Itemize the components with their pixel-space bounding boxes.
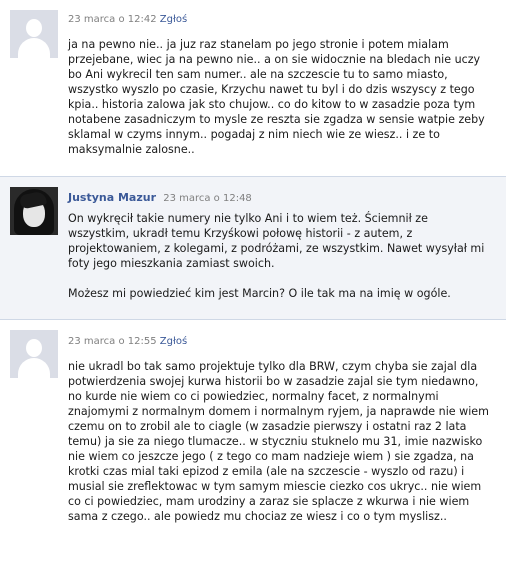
default-avatar-icon[interactable] [10,10,58,58]
comment-paragraph: ja na pewno nie.. ja juz raz stanelam po… [68,38,485,156]
comment-meta: Justyna Mazur 23 marca o 12:48 [68,192,492,205]
avatar[interactable] [10,187,58,235]
report-link[interactable]: Zgłoś [160,336,187,347]
comment-text: ja na pewno nie.. ja juz raz stanelam po… [68,37,492,157]
author-name-link[interactable]: Justyna Mazur [68,191,156,204]
comment-item: Justyna Mazur 23 marca o 12:48 On wykręc… [0,177,506,320]
comment-paragraph: nie ukradl bo tak samo projektuje tylko … [68,360,489,523]
comment-text: nie ukradl bo tak samo projektuje tylko … [68,359,492,524]
comment-meta: 23 marca o 12:55 Zgłoś [68,336,492,348]
comment-date: 23 marca o 12:42 [68,14,157,25]
comment-item: 23 marca o 12:55 Zgłoś nie ukradl bo tak… [0,320,506,570]
comment-meta: 23 marca o 12:42 Zgłoś [68,14,492,26]
report-link[interactable]: Zgłoś [160,14,187,25]
comment-paragraph: Możesz mi powiedzieć kim jest Marcin? O … [68,287,451,300]
comment-text: On wykręcił takie numery nie tylko Ani i… [68,211,492,301]
default-avatar-icon[interactable] [10,330,58,378]
comment-paragraph: On wykręcił takie numery nie tylko Ani i… [68,212,485,270]
comment-date: 23 marca o 12:55 [68,336,157,347]
comment-item: 23 marca o 12:42 Zgłoś ja na pewno nie..… [0,0,506,177]
comment-date: 23 marca o 12:48 [163,193,252,204]
